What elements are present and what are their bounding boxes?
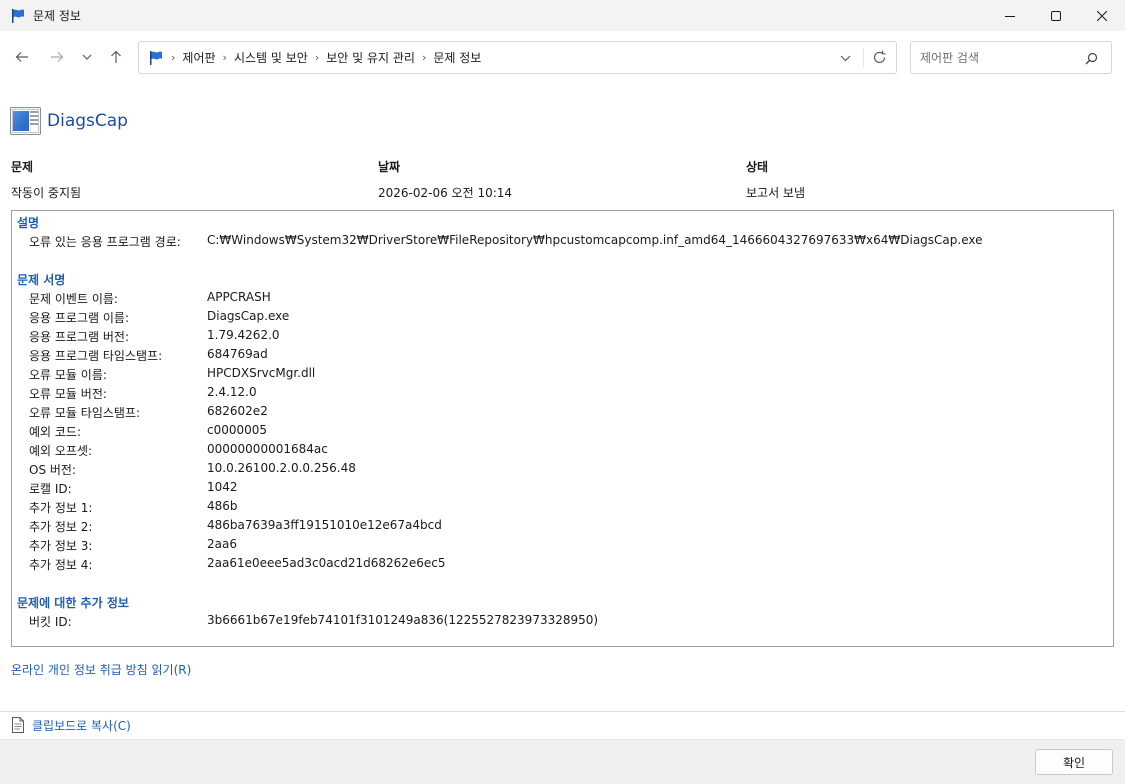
detail-key: OS 버전: [29,463,77,477]
arrow-left-icon [15,52,28,62]
detail-key: 예외 오프셋: [29,444,93,458]
summary-problem-value: 작동이 중지됨 [11,186,82,200]
detail-key: 응용 프로그램 이름: [29,311,129,325]
refresh-icon[interactable] [872,50,887,65]
section-signature-title: 문제 서명 [17,273,66,287]
flag-icon [150,50,162,65]
close-button[interactable] [1079,0,1125,31]
navigation-bar: › 제어판 › 시스템 및 보안 › 보안 및 유지 관리 › 문제 정보 [0,31,1125,83]
privacy-statement-link[interactable]: 온라인 개인 정보 취급 방침 읽기(R) [11,661,191,678]
summary-date-label: 날짜 [378,160,401,174]
detail-value: C:₩Windows₩System32₩DriverStore₩FileRepo… [207,233,983,247]
detail-value: 1042 [207,480,238,494]
problem-summary: 문제 작동이 중지됨 날짜 2026-02-06 오전 10:14 상태 보고서… [11,158,1115,201]
detail-key: 예외 코드: [29,425,82,439]
detail-key: 버킷 ID: [29,615,72,629]
arrow-right-icon [51,52,64,62]
detail-key: 응용 프로그램 타임스탬프: [29,349,163,363]
detail-value: 486b [207,499,238,513]
maximize-button[interactable] [1033,0,1079,31]
dialog-footer: 확인 [0,739,1125,784]
chevron-down-icon[interactable] [840,51,851,65]
breadcrumb-control-panel[interactable]: 제어판 [182,49,215,66]
detail-key: 오류 모듈 버전: [29,387,107,401]
detail-value: 2aa6 [207,537,237,551]
search-box [910,41,1112,74]
flag-icon [12,8,24,23]
detail-value: 3b6661b67e19feb74101f3101249a836(1225527… [207,613,599,627]
detail-key: 오류 모듈 이름: [29,368,107,382]
summary-status-label: 상태 [746,160,769,174]
detail-value: APPCRASH [207,290,271,304]
detail-value: 10.0.26100.2.0.0.256.48 [207,461,356,475]
chevron-right-icon[interactable]: › [223,51,227,64]
up-button[interactable] [105,46,127,68]
detail-key: 오류 있는 응용 프로그램 경로: [29,235,181,249]
chevron-right-icon[interactable]: › [315,51,319,64]
summary-date-value: 2026-02-06 오전 10:14 [378,186,513,200]
detail-value: 00000000001684ac [207,442,328,456]
app-header: DiagsCap [10,107,128,135]
application-window-icon [10,107,41,135]
back-button[interactable] [11,46,33,68]
address-divider [863,48,864,67]
document-icon [12,717,24,733]
detail-value: 682602e2 [207,404,268,418]
detail-key: 로캘 ID: [29,482,72,496]
breadcrumb-problem-details[interactable]: 문제 정보 [433,49,481,66]
detail-value: 486ba7639a3ff19151010e12e67a4bcd [207,518,442,532]
detail-key: 추가 정보 3: [29,539,93,553]
section-extra-title: 문제에 대한 추가 정보 [17,596,129,610]
close-icon [1097,10,1107,21]
forward-button[interactable] [46,46,68,68]
divider [0,711,1125,712]
recent-locations-button[interactable] [76,46,98,68]
breadcrumb-security-maintenance[interactable]: 보안 및 유지 관리 [326,49,415,66]
search-input[interactable] [920,49,1080,67]
window-title: 문제 정보 [33,9,81,23]
detail-key: 추가 정보 4: [29,558,93,572]
detail-value: 2aa61e0eee5ad3c0acd21d68262e6ec5 [207,556,446,570]
minimize-icon [1005,15,1015,17]
detail-value: 1.79.4262.0 [207,328,280,342]
detail-key: 문제 이벤트 이름: [29,292,118,306]
arrow-up-icon [111,50,121,63]
chevron-down-icon [82,54,92,60]
summary-problem: 문제 작동이 중지됨 [11,158,81,201]
breadcrumb-system-security[interactable]: 시스템 및 보안 [234,49,308,66]
detail-key: 응용 프로그램 버전: [29,330,129,344]
details-box: 설명 오류 있는 응용 프로그램 경로: C:₩Windows₩System32… [11,210,1114,647]
search-icon[interactable] [1085,52,1098,65]
summary-status-value: 보고서 보냄 [746,186,806,200]
copy-to-clipboard-link[interactable]: 클립보드로 복사(C) [11,716,131,734]
copy-to-clipboard-label[interactable]: 클립보드로 복사(C) [32,717,131,734]
detail-value: HPCDXSrvcMgr.dll [207,366,316,380]
detail-value: c0000005 [207,423,268,437]
detail-value: 2.4.12.0 [207,385,257,399]
section-description-title: 설명 [17,216,40,230]
maximize-icon [1051,10,1061,21]
summary-status: 상태 보고서 보냄 [746,158,805,201]
detail-key: 추가 정보 1: [29,501,93,515]
title-bar: 문제 정보 [0,0,1125,31]
detail-key: 오류 모듈 타임스탬프: [29,406,141,420]
app-name: DiagsCap [47,111,128,131]
address-bar[interactable]: › 제어판 › 시스템 및 보안 › 보안 및 유지 관리 › 문제 정보 [138,41,897,74]
summary-problem-label: 문제 [11,160,34,174]
chevron-right-icon[interactable]: › [422,51,426,64]
ok-button[interactable]: 확인 [1035,749,1113,775]
detail-value: DiagsCap.exe [207,309,290,323]
minimize-button[interactable] [987,0,1033,31]
detail-value: 684769ad [207,347,268,361]
summary-date: 날짜 2026-02-06 오전 10:14 [378,158,512,201]
detail-key: 추가 정보 2: [29,520,93,534]
chevron-right-icon[interactable]: › [171,51,175,64]
